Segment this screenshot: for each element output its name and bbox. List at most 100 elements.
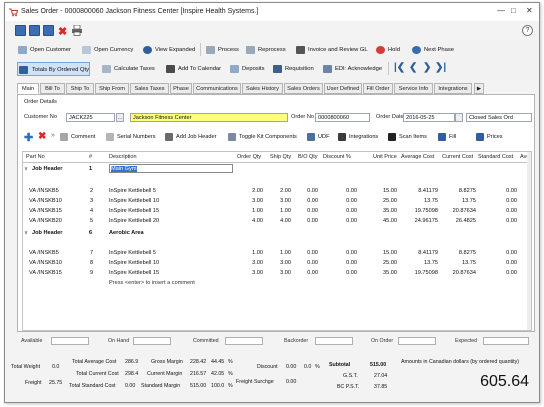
order-no-label: Order No <box>291 114 315 120</box>
job-header-row[interactable]: ∨ Job Header 6 Aerobic Area <box>23 228 531 238</box>
col-order-qty[interactable]: Order Qty <box>237 152 261 162</box>
fill-button[interactable]: Fill <box>438 132 456 142</box>
customer-no-field[interactable]: JACK225 <box>66 113 115 122</box>
customer-lookup-button[interactable]: … <box>116 113 124 122</box>
col-bo-qty[interactable]: B/O Qty <box>298 152 318 162</box>
tab-service-info[interactable]: Service Info <box>394 83 433 94</box>
prices-button[interactable]: Prices <box>476 132 503 142</box>
freight-label: Freight <box>25 380 42 386</box>
maximize-button[interactable]: □ <box>511 6 516 15</box>
open-customer-button[interactable]: Open Customer <box>17 43 71 57</box>
udf-button[interactable]: UDF <box>307 132 330 142</box>
add-job-header-button[interactable]: Add Job Header <box>165 132 216 142</box>
table-row[interactable]: VA /INSKB5 2 InSpire Kettlebell 5 2.00 2… <box>23 186 531 196</box>
invoice-review-gl-button[interactable]: Invoice and Review GL <box>295 43 368 57</box>
tab-sales-history[interactable]: Sales History <box>242 83 283 94</box>
table-row[interactable]: VA /INSKB10 3 InSpire Kettlebell 10 3.00… <box>23 196 531 206</box>
new-comment-row[interactable]: Press <enter> to insert a comment <box>23 278 531 288</box>
toggle-kit-components-button[interactable]: Toggle Kit Components <box>228 132 297 142</box>
col-unit-price[interactable]: Unit Price <box>373 152 397 162</box>
last-record-icon[interactable]: ❯| <box>435 62 446 73</box>
freight-surcharge-value[interactable]: 0.00 <box>286 379 296 385</box>
tab-sales-orders[interactable]: Sales Orders <box>284 83 323 94</box>
minimize-button[interactable]: — <box>497 6 505 15</box>
deposits-icon <box>230 65 239 73</box>
next-phase-button[interactable]: Next Phase <box>411 43 454 57</box>
hold-button[interactable]: Hold <box>375 43 400 57</box>
tab-scroll-right-icon[interactable]: ▶ <box>474 83 484 94</box>
process-icon <box>206 46 215 54</box>
order-status-select[interactable]: Closed Sales Ord <box>466 113 532 122</box>
add-line-icon[interactable]: ✚ <box>24 131 33 144</box>
tab-communications[interactable]: Communications <box>193 83 241 94</box>
col-description[interactable]: Description <box>109 152 137 162</box>
tab-ship-to[interactable]: Ship To <box>66 83 94 94</box>
previous-record-icon[interactable]: ❮ <box>409 62 417 73</box>
next-record-icon[interactable]: ❯ <box>423 62 431 73</box>
calendar-picker-icon[interactable] <box>455 113 463 122</box>
tab-sales-taxes[interactable]: Sales Taxes <box>130 83 169 94</box>
more-icon[interactable]: » <box>51 132 55 139</box>
order-no-field[interactable]: 0000800060 <box>315 113 370 122</box>
current-margin-pct-sign: % <box>228 371 233 377</box>
collapse-icon[interactable]: ∨ <box>24 164 28 174</box>
reprocess-button[interactable]: Reprocess <box>245 43 286 57</box>
tab-phase[interactable]: Phase <box>170 83 192 94</box>
available-field <box>51 337 89 345</box>
col-average-cost[interactable]: Average Cost <box>401 152 434 162</box>
grid-vertical-scrollbar[interactable] <box>527 152 531 330</box>
col-part-no[interactable]: Part No <box>26 152 45 162</box>
save-icon[interactable] <box>15 25 26 36</box>
table-row[interactable]: VA /INSKB10 8 InSpire Kettlebell 10 3.00… <box>23 258 531 268</box>
close-button[interactable]: ✕ <box>526 6 533 15</box>
table-row[interactable]: VA /INSKB15 4 InSpire Kettlebell 15 1.00… <box>23 206 531 216</box>
scan-items-button[interactable]: Scan Items <box>388 132 427 142</box>
deposits-button[interactable]: Deposits <box>229 62 265 76</box>
calculate-taxes-button[interactable]: Calculate Taxes <box>101 62 155 76</box>
comment-button[interactable]: Comment <box>60 132 95 142</box>
open-currency-button[interactable]: Open Currency <box>81 43 133 57</box>
gross-margin-label: Gross Margin <box>151 359 183 365</box>
col-discount[interactable]: Discount % <box>323 152 351 162</box>
col-line-number[interactable]: # <box>89 152 92 162</box>
col-ship-qty[interactable]: Ship Qty <box>270 152 291 162</box>
save-close-icon[interactable] <box>29 25 40 36</box>
tab-main[interactable]: Main <box>17 83 39 94</box>
order-date-field[interactable]: 2016-05-25 <box>403 113 455 122</box>
order-details-heading: Order Details <box>24 99 57 105</box>
job-header-row[interactable]: ∨ Job Header 1 Main Gym <box>23 164 531 174</box>
save-new-icon[interactable] <box>43 25 54 36</box>
delete-line-icon[interactable]: ✖ <box>38 131 46 142</box>
collapse-icon[interactable]: ∨ <box>24 228 28 238</box>
table-row[interactable]: VA /INSKB20 5 InSpire Kettlebell 20 4.00… <box>23 216 531 226</box>
col-standard-cost[interactable]: Standard Cost <box>478 152 513 162</box>
integrations-button[interactable]: Integrations <box>338 132 378 142</box>
print-icon[interactable] <box>71 25 83 36</box>
freight-value[interactable]: 25.75 <box>49 380 62 386</box>
first-record-icon[interactable]: |❮ <box>394 62 405 73</box>
total-standard-cost-value: 0.00 <box>125 383 136 389</box>
total-average-cost-label: Total Average Cost <box>72 359 117 365</box>
totals-by-ordered-qty-button[interactable]: Totals By Ordered Qty <box>17 62 91 76</box>
job-header-icon <box>165 133 173 141</box>
add-to-calendar-button[interactable]: Add To Calendar <box>165 62 221 76</box>
description-edit-field[interactable]: Main Gym <box>109 164 233 173</box>
discount-pct[interactable]: 0.0 <box>304 364 311 370</box>
table-row[interactable]: VA /INSKB5 7 InSpire Kettlebell 5 1.00 1… <box>23 248 531 258</box>
customer-name-field[interactable]: Jackson Fitness Center <box>130 113 288 122</box>
tab-fill-order[interactable]: Fill Order <box>363 83 393 94</box>
tab-bill-to[interactable]: Bill To <box>40 83 65 94</box>
requisition-button[interactable]: Requisition <box>272 62 314 76</box>
help-icon[interactable]: ? <box>522 25 533 36</box>
view-expanded-button[interactable]: View Expanded <box>142 43 195 57</box>
delete-icon[interactable]: ✖ <box>58 25 67 38</box>
tab-integrations[interactable]: Integrations <box>434 83 472 94</box>
tab-user-defined[interactable]: User Defined <box>324 83 362 94</box>
table-row[interactable]: VA /INSKB15 9 InSpire Kettlebell 15 3.00… <box>23 268 531 278</box>
tab-ship-from[interactable]: Ship From <box>95 83 129 94</box>
edi-acknowledge-button[interactable]: EDI: Acknowledge <box>322 62 382 76</box>
col-current-cost[interactable]: Current Cost <box>442 152 473 162</box>
discount-value[interactable]: 0.00 <box>286 364 296 370</box>
process-button[interactable]: Process <box>205 43 239 57</box>
serial-numbers-button[interactable]: Serial Numbers <box>106 132 156 142</box>
